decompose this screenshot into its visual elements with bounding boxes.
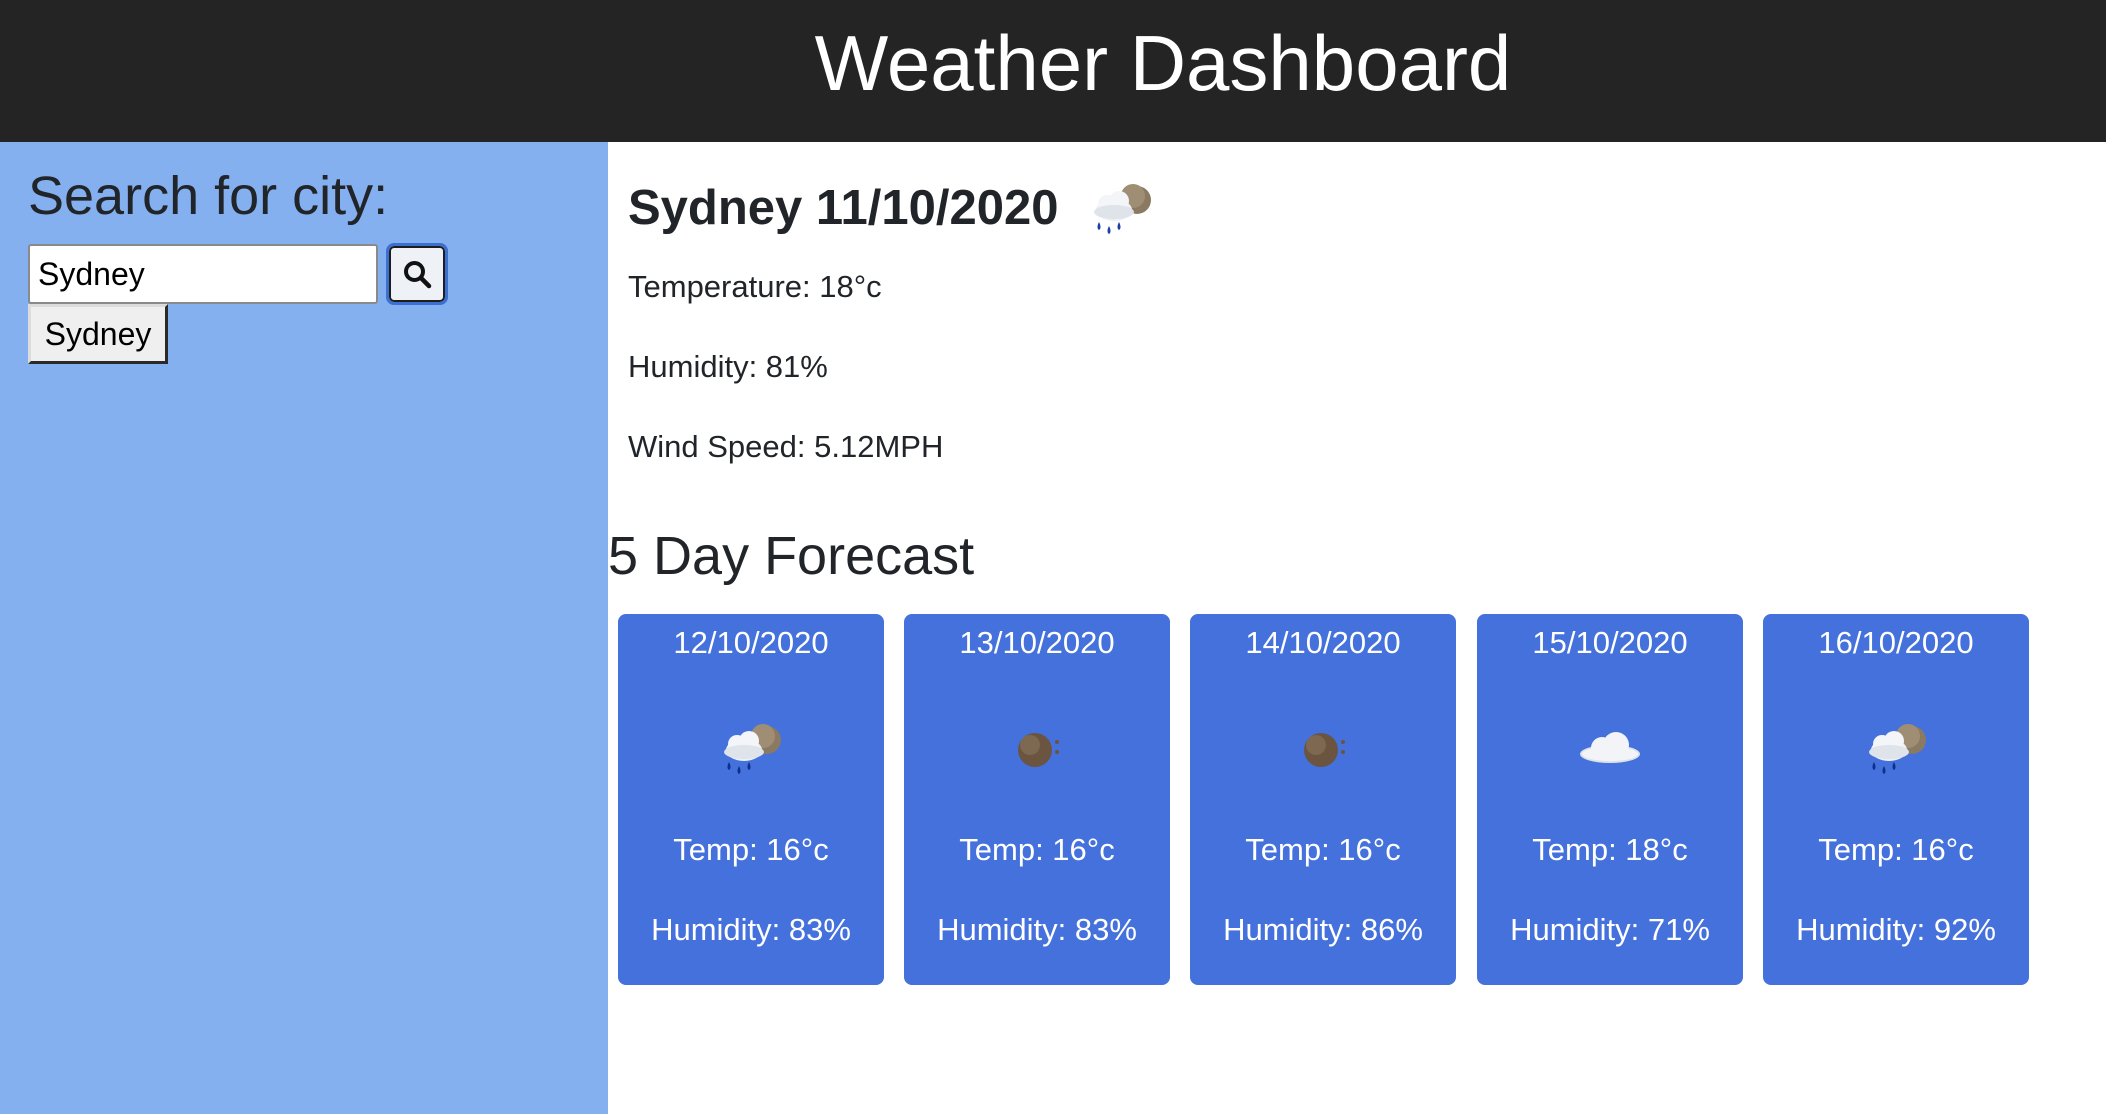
forecast-card: 16/10/2020 Temp: 16°c Humidity: 92%: [1763, 614, 2029, 985]
search-button[interactable]: [386, 243, 448, 305]
forecast-card: 14/10/2020 Temp: 16°c Humidity: 86%: [1190, 614, 1456, 985]
rain-cloud-icon: [1869, 724, 1926, 774]
city-search-input[interactable]: [28, 244, 378, 304]
forecast-date: 13/10/2020: [959, 625, 1115, 660]
history-city-button[interactable]: Sydney: [28, 304, 168, 364]
forecast-card: 15/10/2020 Temp: 18°c Humidity: 71%: [1477, 614, 1743, 985]
forecast-temp: Temp: 16°c: [959, 832, 1115, 867]
forecast-humidity: Humidity: 71%: [1510, 912, 1710, 947]
current-temperature: Temperature: 18°c: [628, 269, 882, 304]
current-weather-heading: Sydney 11/10/2020: [628, 170, 1162, 246]
current-city-date: Sydney 11/10/2020: [628, 181, 1059, 235]
forecast-humidity: Humidity: 83%: [651, 912, 851, 947]
current-wind-speed: Wind Speed: 5.12MPH: [628, 429, 944, 464]
forecast-date: 16/10/2020: [1818, 625, 1974, 660]
forecast-temp: Temp: 16°c: [673, 832, 829, 867]
forecast-temp: Temp: 16°c: [1245, 832, 1401, 867]
forecast-temp: Temp: 16°c: [1818, 832, 1974, 867]
night-moon-icon: [1018, 733, 1059, 767]
page-header: Weather Dashboard: [0, 0, 2106, 142]
forecast-date: 14/10/2020: [1245, 625, 1401, 660]
cloud-icon: [1580, 732, 1640, 763]
search-icon: [404, 261, 432, 289]
forecast-date: 12/10/2020: [673, 625, 829, 660]
forecast-humidity: Humidity: 83%: [937, 912, 1137, 947]
rain-cloud-icon: [724, 724, 781, 774]
forecast-card: 12/10/2020 Temp: 16°c Humidity: 83%: [618, 614, 884, 985]
search-heading: Search for city:: [28, 166, 389, 226]
forecast-heading: 5 Day Forecast: [608, 526, 975, 586]
current-humidity: Humidity: 81%: [628, 349, 828, 384]
forecast-card: 13/10/2020 Temp: 16°c Humidity: 83%: [904, 614, 1170, 985]
page-title: Weather Dashboard: [814, 19, 1512, 107]
rain-cloud-icon: [1094, 184, 1152, 234]
forecast-humidity: Humidity: 86%: [1223, 912, 1423, 947]
night-moon-icon: [1304, 733, 1345, 767]
forecast-date: 15/10/2020: [1532, 625, 1688, 660]
forecast-temp: Temp: 18°c: [1532, 832, 1688, 867]
forecast-humidity: Humidity: 92%: [1796, 912, 1996, 947]
